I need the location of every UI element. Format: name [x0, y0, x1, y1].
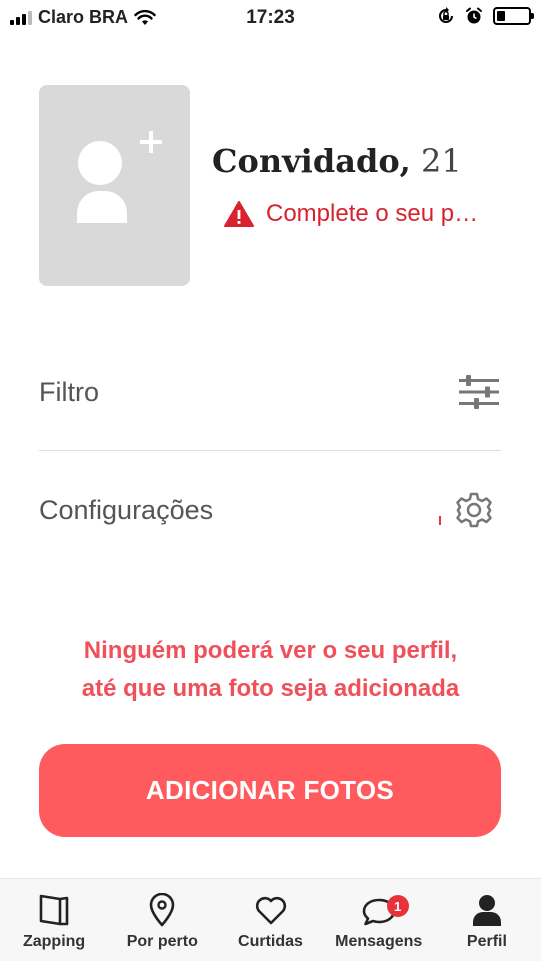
tab-curtidas[interactable]: Curtidas: [216, 879, 324, 961]
tab-label: Perfil: [466, 933, 507, 950]
settings-row[interactable]: Configurações: [39, 480, 501, 540]
tab-zapping[interactable]: Zapping: [0, 879, 108, 961]
tab-por-perto[interactable]: Por perto: [108, 879, 216, 961]
profile-name: Convidado: [212, 142, 400, 180]
complete-profile-warning[interactable]: Complete o seu p…: [224, 200, 478, 228]
tab-label: Mensagens: [335, 933, 423, 950]
profile-photo-placeholder[interactable]: [39, 85, 190, 286]
tab-label: Zapping: [22, 933, 86, 950]
filter-row[interactable]: Filtro: [39, 362, 501, 422]
name-separator: ,: [399, 142, 411, 180]
sliders-icon: [459, 375, 499, 409]
add-user-icon: [77, 131, 162, 223]
settings-label: Configurações: [39, 494, 214, 525]
gear-icon: [456, 492, 492, 528]
tab-label: Por perto: [126, 933, 198, 950]
tab-mensagens[interactable]: 1 Mensagens: [325, 879, 433, 961]
unread-badge: 1: [386, 895, 409, 917]
tab-label: Curtidas: [238, 933, 303, 950]
notice-line-2: até que uma foto seja adicionada: [81, 675, 460, 702]
location-pin-icon: [149, 893, 175, 927]
battery-icon: [493, 7, 534, 25]
status-bar: Claro BRA 17:23: [0, 0, 541, 36]
tab-bar: Zapping Por perto Curtidas 1 Mensagens P…: [0, 878, 541, 961]
status-right: [437, 7, 534, 25]
profile-name-age: Convidado, 21: [212, 142, 462, 180]
warning-icon: [224, 201, 254, 227]
profile-age: 21: [420, 142, 462, 180]
no-photo-notice: Ninguém poderá ver o seu perfil, até que…: [0, 632, 541, 708]
alarm-icon: [466, 7, 482, 24]
add-photos-button[interactable]: ADICIONAR FOTOS: [39, 744, 501, 837]
rotation-lock-icon: [439, 7, 453, 23]
filter-label: Filtro: [39, 376, 99, 407]
user-icon: [472, 895, 501, 926]
menu-divider: [39, 450, 501, 451]
tab-perfil[interactable]: Perfil: [433, 879, 541, 961]
cards-icon: [39, 894, 69, 926]
heart-icon: [255, 896, 286, 925]
warning-text: Complete o seu p…: [266, 200, 479, 227]
settings-indicator: [439, 516, 441, 525]
notice-line-1: Ninguém poderá ver o seu perfil,: [83, 637, 458, 664]
